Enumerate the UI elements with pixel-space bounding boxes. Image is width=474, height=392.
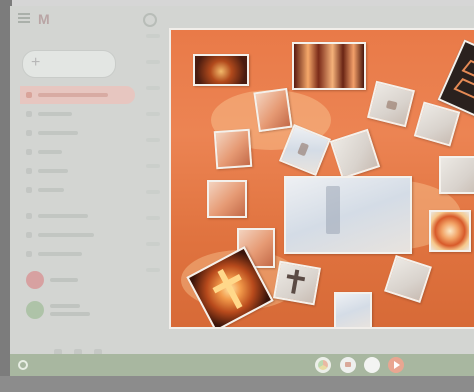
chat-icon[interactable] — [340, 357, 356, 373]
main-menu-icon[interactable] — [18, 13, 30, 23]
sidebar-item-more[interactable] — [20, 181, 135, 199]
collage-photo-cross-light[interactable] — [329, 128, 381, 180]
compose-plus-icon: + — [31, 54, 41, 71]
sidebar-item-category-3[interactable] — [20, 245, 135, 263]
collage-photo-group[interactable] — [253, 87, 293, 133]
collage-photo-hand[interactable] — [366, 80, 416, 128]
sidebar-item-category-1[interactable] — [20, 207, 135, 225]
collage-photo-ocean[interactable] — [384, 255, 432, 303]
sidebar-item-snoozed[interactable] — [20, 124, 135, 142]
mail-nav-list — [20, 86, 135, 264]
chrome-icon[interactable] — [315, 357, 331, 373]
hangout-contact-2[interactable] — [20, 298, 135, 324]
collage-photo-figure[interactable] — [334, 292, 372, 327]
collage-photo-main[interactable] — [284, 176, 412, 254]
start-icon[interactable] — [18, 360, 28, 370]
collage-photo-mandala[interactable] — [429, 210, 471, 252]
collage-photo-candle[interactable] — [193, 54, 249, 86]
inbox-icon — [26, 92, 32, 98]
sidebar-item-inbox[interactable] — [20, 86, 135, 104]
avatar — [26, 271, 44, 289]
hangouts-controls[interactable] — [54, 344, 114, 357]
mail-list-pane — [140, 34, 170, 334]
chevron-down-icon — [26, 187, 32, 193]
label-icon — [26, 232, 32, 238]
compose-button[interactable]: + — [22, 50, 116, 78]
label-icon — [26, 251, 32, 257]
collage-photo-dark-cross[interactable] — [273, 260, 321, 306]
collage-photo-crosses[interactable] — [292, 42, 366, 90]
label-icon — [26, 213, 32, 219]
search-icon[interactable] — [143, 13, 157, 27]
mail-logo[interactable]: M — [38, 11, 50, 27]
collage-photo-statue[interactable] — [213, 128, 253, 170]
circle-app-icon[interactable] — [364, 357, 380, 373]
draft-icon — [26, 168, 32, 174]
star-icon — [26, 111, 32, 117]
sidebar-item-drafts[interactable] — [20, 162, 135, 180]
photo-edge-bottom — [0, 376, 474, 392]
monitor-screen: M + — [10, 6, 474, 376]
collage-photo-shelf[interactable] — [439, 156, 474, 194]
hangouts-panel — [20, 268, 135, 328]
sidebar-item-starred[interactable] — [20, 105, 135, 123]
sidebar-item-category-2[interactable] — [20, 226, 135, 244]
collage-photo-portrait[interactable] — [413, 101, 461, 147]
send-icon — [26, 149, 32, 155]
clock-icon — [26, 130, 32, 136]
sidebar-item-sent[interactable] — [20, 143, 135, 161]
taskbar — [10, 354, 474, 376]
avatar — [26, 301, 44, 319]
collage-photo-family[interactable] — [207, 180, 247, 218]
hangout-contact-1[interactable] — [20, 268, 135, 294]
play-icon[interactable] — [388, 357, 404, 373]
photo-collage — [169, 28, 474, 329]
